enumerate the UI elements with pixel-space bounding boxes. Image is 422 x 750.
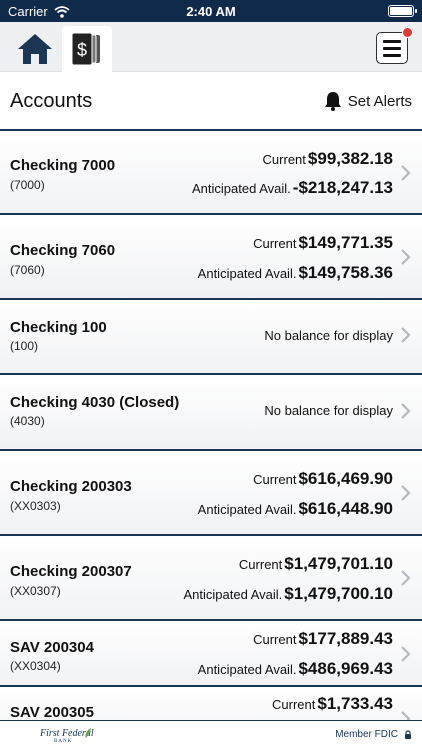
account-row[interactable]: Checking 7060 (7060) Current $149,771.35 … — [0, 215, 422, 300]
footer: First Federal BANK Member FDIC — [0, 720, 422, 750]
account-number: (XX0307) — [10, 584, 61, 598]
bank-logo: First Federal BANK — [40, 728, 94, 744]
account-row[interactable]: SAV 200304 (XX0304) Current $177,889.43 A… — [0, 621, 422, 687]
current-balance: Current $616,469.90 — [253, 469, 393, 489]
battery-icon — [388, 5, 417, 17]
account-row[interactable]: Checking 100 (100) No balance for displa… — [0, 300, 422, 375]
notification-dot — [402, 27, 413, 38]
menu-bar — [383, 53, 401, 57]
toolbar: $ — [0, 22, 422, 72]
anticipated-balance: Anticipated Avail. $486,969.43 — [198, 659, 393, 679]
account-row[interactable]: SAV 200305 Current $1,733.43 — [0, 687, 422, 720]
current-amount: $149,771.35 — [298, 233, 393, 252]
menu-button[interactable] — [376, 27, 413, 64]
accounts-icon: $ — [71, 32, 100, 66]
set-alerts-label: Set Alerts — [347, 92, 412, 110]
anticipated-amount: -$218,247.13 — [292, 178, 393, 197]
chevron-right-icon — [401, 485, 411, 501]
anticipated-balance: Anticipated Avail. $149,758.36 — [198, 263, 393, 283]
account-row[interactable]: Checking 4030 (Closed) (4030) No balance… — [0, 375, 422, 451]
status-time: 2:40 AM — [186, 4, 236, 19]
chevron-right-icon — [401, 327, 411, 343]
fdic-notice: Member FDIC — [335, 729, 412, 740]
anticipated-balance: Anticipated Avail. $616,448.90 — [198, 499, 393, 519]
current-label: Current — [253, 472, 297, 487]
anticipated-label: Anticipated Avail. — [197, 662, 297, 677]
current-balance: Current $1,479,701.10 — [239, 554, 393, 574]
account-name: SAV 200304 — [10, 639, 94, 656]
account-name: Checking 200303 — [10, 478, 132, 495]
menu-bar — [383, 39, 401, 43]
anticipated-label: Anticipated Avail. — [197, 266, 297, 281]
account-number: (XX0303) — [10, 499, 61, 513]
svg-text:$: $ — [77, 40, 87, 60]
current-label: Current — [253, 236, 297, 251]
fdic-label: Member FDIC — [335, 729, 398, 740]
anticipated-amount: $616,448.90 — [298, 499, 393, 518]
anticipated-balance: Anticipated Avail. $1,479,700.10 — [184, 584, 394, 604]
account-row[interactable]: Checking 7000 (7000) Current $99,382.18 A… — [0, 131, 422, 215]
bell-icon — [324, 92, 341, 111]
tab-accounts[interactable]: $ — [62, 26, 112, 72]
current-balance: Current $149,771.35 — [253, 233, 393, 253]
anticipated-label: Anticipated Avail. — [197, 502, 297, 517]
account-name: Checking 200307 — [10, 563, 132, 580]
account-name: SAV 200305 — [10, 704, 94, 720]
logo-subtext: BANK — [54, 739, 73, 744]
chevron-right-icon — [401, 403, 411, 419]
chevron-right-icon — [401, 711, 411, 720]
current-amount: $1,479,701.10 — [284, 554, 393, 573]
lock-icon — [405, 729, 411, 739]
account-list[interactable]: Checking 7000 (7000) Current $99,382.18 A… — [0, 131, 422, 720]
tab-home[interactable] — [10, 26, 60, 72]
anticipated-label: Anticipated Avail. — [192, 181, 291, 196]
anticipated-amount: $149,758.36 — [298, 263, 393, 282]
no-balance-text: No balance for display — [264, 403, 393, 418]
chevron-right-icon — [401, 249, 411, 265]
account-name: Checking 7000 — [10, 157, 116, 174]
status-bar: Carrier 2:40 AM — [0, 0, 422, 22]
anticipated-amount: $486,969.43 — [298, 659, 393, 678]
account-name: Checking 7060 — [10, 242, 116, 259]
chevron-right-icon — [401, 165, 411, 181]
anticipated-amount: $1,479,700.10 — [284, 584, 393, 603]
chevron-right-icon — [401, 570, 411, 586]
account-name: Checking 100 — [10, 319, 107, 336]
current-balance: Current $1,733.43 — [272, 694, 393, 714]
page-title: Accounts — [10, 90, 93, 112]
current-label: Current — [272, 697, 316, 712]
menu-bar — [383, 46, 401, 50]
home-icon — [18, 34, 52, 64]
account-number: (7060) — [10, 263, 45, 277]
current-amount: $1,733.43 — [317, 694, 393, 713]
current-amount: $177,889.43 — [298, 629, 393, 648]
anticipated-label: Anticipated Avail. — [183, 587, 283, 602]
account-row[interactable]: Checking 200303 (XX0303) Current $616,469… — [0, 451, 422, 536]
account-name: Checking 4030 (Closed) — [10, 394, 180, 411]
account-number: (XX0304) — [10, 659, 61, 673]
set-alerts-button[interactable]: Set Alerts — [324, 91, 412, 111]
leaf-icon — [85, 728, 91, 738]
current-label: Current — [238, 557, 283, 572]
current-amount: $99,382.18 — [307, 149, 393, 168]
no-balance-text: No balance for display — [264, 328, 393, 343]
account-number: (4030) — [10, 414, 45, 428]
current-balance: Current $99,382.18 — [263, 149, 393, 169]
account-row[interactable]: Checking 200307 (XX0307) Current $1,479,7… — [0, 536, 422, 621]
current-label: Current — [262, 152, 306, 167]
anticipated-balance: Anticipated Avail. -$218,247.13 — [192, 178, 393, 198]
accounts-header: Accounts Set Alerts — [0, 72, 422, 131]
current-balance: Current $177,889.43 — [253, 629, 393, 649]
account-number: (7000) — [10, 178, 45, 192]
current-amount: $616,469.90 — [298, 469, 393, 488]
current-label: Current — [253, 632, 297, 647]
chevron-right-icon — [401, 646, 411, 662]
account-number: (100) — [10, 339, 39, 353]
